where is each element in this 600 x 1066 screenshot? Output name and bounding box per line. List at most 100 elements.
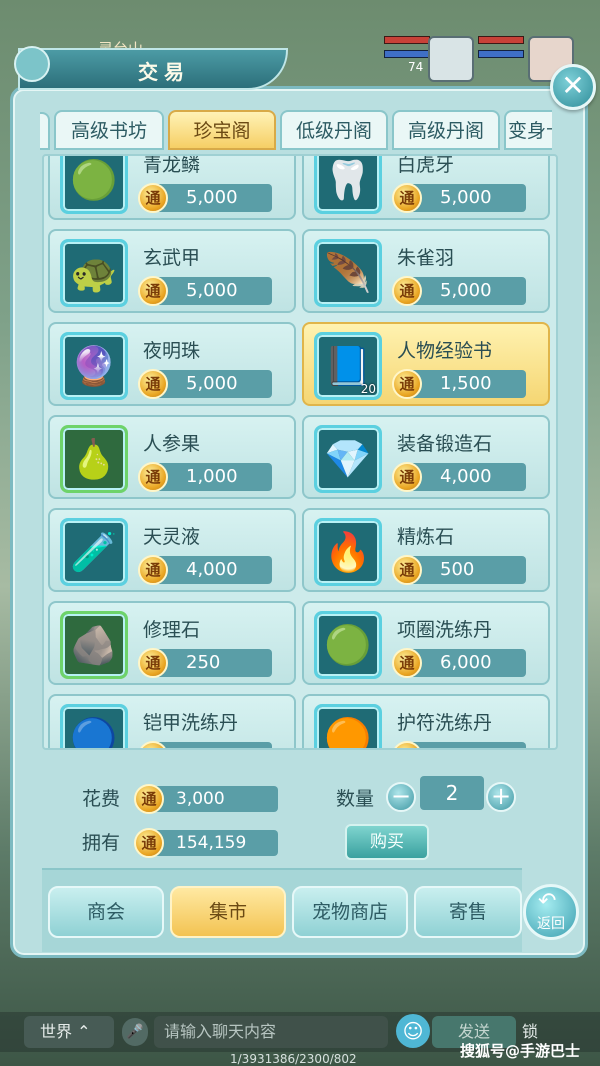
coin-icon: 通: [392, 276, 422, 306]
item-icon-frame: 🧪: [60, 518, 128, 586]
quantity-minus-button[interactable]: −: [386, 782, 416, 812]
buy-button[interactable]: 购买: [345, 824, 429, 860]
panda-avatar[interactable]: [428, 36, 474, 82]
quantity-plus-button[interactable]: +: [486, 782, 516, 812]
item-price: 5,000: [186, 280, 238, 301]
item-card[interactable]: 🟢 青龙鳞通 5,000: [48, 154, 296, 220]
item-icon-frame: 🔮: [60, 332, 128, 400]
item-card[interactable]: 🪶 朱雀羽通 5,000: [302, 229, 550, 313]
quantity-label: 数量: [336, 788, 375, 810]
own-value: 154,159: [176, 833, 247, 853]
tooth-icon: 🦷: [324, 158, 372, 202]
item-icon-frame: 💎: [314, 425, 382, 493]
turtle-shell-icon: 🐢: [70, 251, 118, 295]
item-icon-frame: 🪨: [60, 611, 128, 679]
tab-treasure-pavilion[interactable]: 珍宝阁: [168, 110, 276, 150]
item-price: 5,000: [186, 187, 238, 208]
tab-chamber-of-commerce[interactable]: 商会: [48, 886, 164, 938]
jade-icon: 🟢: [70, 158, 118, 202]
item-card[interactable]: 💎 装备锻造石通 4,000: [302, 415, 550, 499]
pearl-icon: 🔮: [70, 344, 118, 388]
item-name: 护符洗练丹: [397, 712, 493, 734]
back-button[interactable]: ↶ 返回: [523, 884, 579, 940]
item-price: 500: [440, 559, 475, 580]
chat-channel-select[interactable]: 世界 ⌃: [24, 1016, 114, 1048]
blue-orb-icon: 🔵: [70, 716, 118, 750]
item-card[interactable]: 🔵铠甲洗练丹通6,000: [48, 694, 296, 750]
item-price: 5,000: [186, 373, 238, 394]
coin-icon: 通: [392, 369, 422, 399]
coin-icon: 通: [134, 828, 164, 858]
item-icon-frame: 📘 20: [314, 332, 382, 400]
tab-market[interactable]: 集市: [170, 886, 286, 938]
orange-orb-icon: 🟠: [324, 716, 372, 750]
coin-icon: 通: [138, 276, 168, 306]
item-icon-frame: 🦷: [314, 156, 382, 214]
item-price: 1,000: [186, 466, 238, 487]
item-card[interactable]: 🪨 修理石通 250: [48, 601, 296, 685]
chat-channel-label: 世界: [40, 1022, 73, 1041]
item-price: 5,000: [440, 280, 492, 301]
item-card[interactable]: 🟢 项圈洗练丹通 6,000: [302, 601, 550, 685]
item-icon-frame: 🟠: [314, 704, 382, 750]
coordinates-readout: 1/3931386/2300/802: [230, 1052, 357, 1066]
cost-value: 3,000: [176, 789, 225, 809]
tab-high-elixir[interactable]: 高级丹阁: [392, 110, 500, 150]
coin-icon: 通: [392, 183, 422, 213]
potion-icon: 🧪: [70, 530, 118, 574]
item-price: 5,000: [440, 187, 492, 208]
close-button[interactable]: ✕: [550, 64, 596, 110]
window-title: 交易: [138, 60, 190, 84]
item-card[interactable]: 🔥 精炼石通 500: [302, 508, 550, 592]
coin-icon: 通: [138, 648, 168, 678]
item-card[interactable]: 📘 20 人物经验书通 1,500: [302, 322, 550, 406]
category-tabs: 高级书坊 珍宝阁 低级丹阁 高级丹阁 变身卡: [40, 110, 552, 154]
item-card[interactable]: 🟠护符洗练丹通6,000: [302, 694, 550, 750]
coin-icon: 通: [138, 462, 168, 492]
item-icon-frame: 🔥: [314, 518, 382, 586]
player-hp-bar: [384, 36, 430, 44]
item-card[interactable]: 🔮 夜明珠通 5,000: [48, 322, 296, 406]
player-level: 74: [408, 60, 424, 74]
tab-consignment[interactable]: 寄售: [414, 886, 522, 938]
watermark: 搜狐号@手游巴士: [460, 1042, 581, 1060]
emoji-icon[interactable]: ☺: [396, 1014, 430, 1048]
microphone-icon[interactable]: 🎤: [122, 1018, 148, 1046]
tab-pet-shop[interactable]: 宠物商店: [292, 886, 408, 938]
item-name: 玄武甲: [143, 247, 201, 269]
item-name: 项圈洗练丹: [397, 619, 493, 641]
lotus-icon: [14, 46, 50, 82]
item-price: 1,500: [440, 373, 492, 394]
ginseng-fruit-icon: 🍐: [70, 437, 118, 481]
quantity-input[interactable]: 2: [420, 776, 484, 810]
item-icon-frame: 🔵: [60, 704, 128, 750]
item-list[interactable]: 🟢 青龙鳞通 5,000 🦷 白虎牙通 5,000 🐢 玄武甲通 5,000 🪶 朱雀羽通 5,000…: [42, 154, 558, 750]
item-name: 人参果: [143, 433, 201, 455]
item-name: 青龙鳞: [143, 154, 201, 176]
item-price: 4,000: [440, 466, 492, 487]
item-card[interactable]: 🐢 玄武甲通 5,000: [48, 229, 296, 313]
own-label: 拥有: [82, 832, 121, 854]
player-mp-bar: [384, 50, 430, 58]
item-icon-frame: 🍐: [60, 425, 128, 493]
item-name: 铠甲洗练丹: [143, 712, 239, 734]
item-price: 4,000: [186, 559, 238, 580]
tab-low-elixir[interactable]: 低级丹阁: [280, 110, 388, 150]
coin-icon: 通: [138, 369, 168, 399]
item-count: 20: [360, 382, 376, 396]
item-icon-frame: 🪶: [314, 239, 382, 307]
item-name: 装备锻造石: [397, 433, 493, 455]
feather-icon: 🪶: [324, 251, 372, 295]
crystal-icon: 💎: [324, 437, 372, 481]
chat-input[interactable]: 请输入聊天内容: [154, 1016, 388, 1048]
tab-transform-card[interactable]: 变身卡: [504, 110, 552, 150]
item-card[interactable]: 🧪 天灵液通 4,000: [48, 508, 296, 592]
item-name: 人物经验书: [397, 340, 493, 362]
item-card[interactable]: 🦷 白虎牙通 5,000: [302, 156, 550, 220]
item-card[interactable]: 🍐 人参果通 1,000: [48, 415, 296, 499]
coin-icon: 通: [138, 183, 168, 213]
shop-tabs: 商会 集市 宠物商店 寄售: [42, 868, 522, 952]
rock-icon: 🪨: [70, 623, 118, 667]
item-icon-frame: 🟢: [314, 611, 382, 679]
tab-advanced-bookshop[interactable]: 高级书坊: [54, 110, 164, 150]
